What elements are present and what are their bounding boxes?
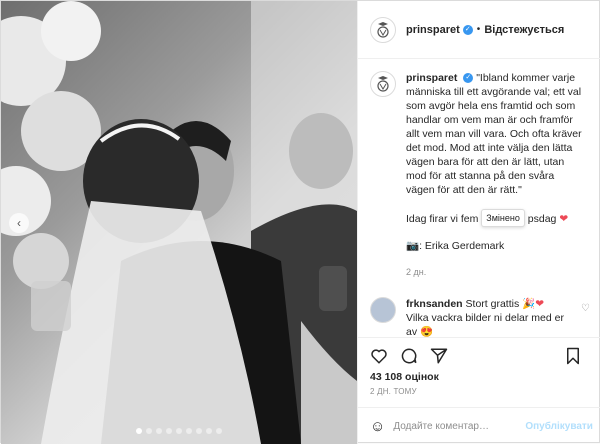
chevron-left-icon: ‹ (17, 216, 21, 230)
heart-outline-icon (371, 348, 387, 364)
carousel-dot (206, 428, 212, 434)
caption-line-end: psdag (527, 213, 557, 225)
share-button[interactable] (428, 345, 450, 367)
comments-area: prinsparet ✓ "Ibland kommer varje männis… (358, 59, 600, 337)
likes-count[interactable]: 43 108 оцінок (370, 371, 439, 383)
caption-username[interactable]: prinsparet (406, 72, 457, 84)
post-timestamp[interactable]: 2 ДН. ТОМУ (370, 387, 417, 396)
comment-like-heart-icon[interactable]: ♡ (581, 303, 590, 314)
following-button[interactable]: Відстежується (484, 24, 564, 36)
verified-badge-icon: ✓ (463, 73, 474, 84)
carousel-dot (216, 428, 222, 434)
avatar[interactable] (370, 71, 396, 97)
caption-line-start: Idag firar vi fem (406, 213, 479, 225)
instagram-post: ‹ prinsparet ✓ • Відстежується prinspare… (0, 0, 600, 444)
carousel-dot (176, 428, 182, 434)
header-username[interactable]: prinsparet (406, 24, 460, 36)
comment-text: Stort grattis (465, 298, 520, 310)
caption-entry: prinsparet ✓ "Ibland kommer varje männis… (370, 71, 590, 279)
verified-badge-icon: ✓ (462, 24, 473, 35)
add-comment-bar: ☺ Опублікувати (358, 407, 600, 444)
wedding-photo-illustration (1, 1, 357, 444)
comment-bubble-icon (401, 347, 417, 363)
carousel-prev-button[interactable]: ‹ (9, 213, 29, 233)
heart-eyes-emoji-icon: 😍 (420, 326, 434, 337)
edited-tooltip: Змінено (481, 209, 525, 227)
comment-input[interactable] (393, 420, 526, 432)
paper-plane-icon (430, 348, 448, 363)
publish-button[interactable]: Опублікувати (525, 421, 593, 432)
comment-username[interactable]: frknsanden (406, 298, 463, 310)
caption-body: prinsparet ✓ "Ibland kommer varje männis… (406, 71, 584, 279)
carousel-dot (156, 428, 162, 434)
monogram-crest-icon (377, 21, 389, 38)
post-header: prinsparet ✓ • Відстежується (358, 1, 600, 59)
like-button[interactable] (368, 345, 390, 367)
caption-age: 2 дн. (406, 267, 427, 277)
action-bar (358, 337, 600, 373)
post-side-panel: prinsparet ✓ • Відстежується prinsparet … (357, 1, 600, 444)
comment-body: frknsanden Stort grattis 🎉❤ Vilka vackra… (406, 297, 575, 337)
carousel-dot (196, 428, 202, 434)
comment-button[interactable] (398, 345, 420, 367)
carousel-dots (1, 428, 357, 434)
post-photo[interactable]: ‹ (1, 1, 357, 444)
save-button[interactable] (562, 345, 584, 367)
carousel-dot (186, 428, 192, 434)
carousel-dot (136, 428, 142, 434)
photographer-name: : Erika Gerdemark (419, 240, 505, 252)
camera-emoji-icon: 📷 (406, 240, 420, 252)
avatar[interactable] (370, 297, 396, 323)
caption-quote: "Ibland kommer varje människa till ett a… (406, 72, 582, 196)
avatar[interactable] (370, 16, 396, 43)
separator: • (476, 24, 481, 35)
bookmark-icon (567, 347, 579, 364)
photographer-credit: 📷: Erika Gerdemark (406, 239, 584, 253)
emoji-picker-icon[interactable]: ☺ (370, 418, 385, 435)
carousel-dot (166, 428, 172, 434)
party-heart-emoji-icon: 🎉❤ (522, 298, 545, 310)
caption-celebration-line: Idag firar vi fem Змінено psdag ❤ (406, 209, 584, 227)
monogram-crest-icon (377, 76, 389, 92)
carousel-dot (146, 428, 152, 434)
comment-item: frknsanden Stort grattis 🎉❤ Vilka vackra… (370, 297, 590, 337)
heart-emoji-icon: ❤ (559, 213, 569, 225)
